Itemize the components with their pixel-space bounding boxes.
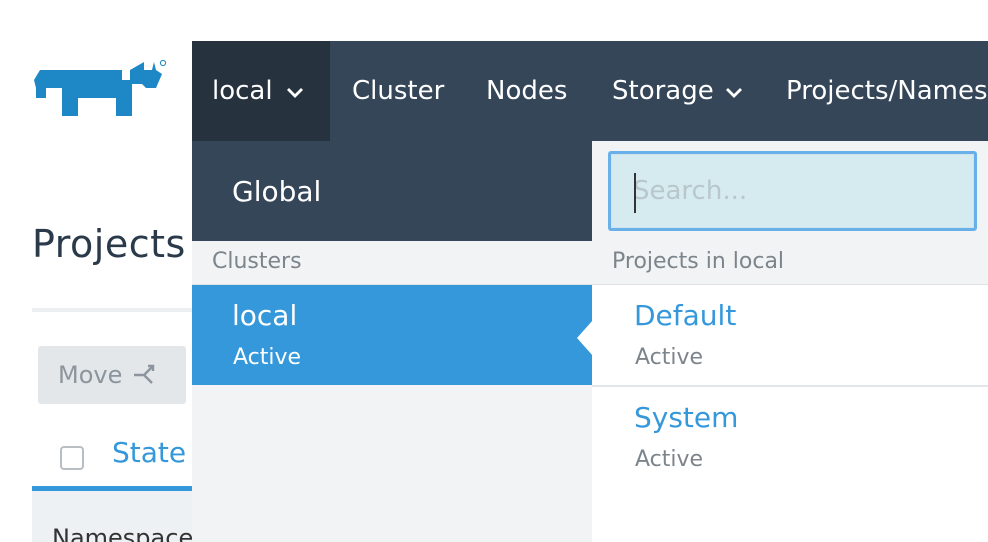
global-label: Global [232,174,322,208]
move-button[interactable]: Move [38,346,186,404]
search-area [592,141,988,241]
move-icon [134,364,155,384]
cluster-item-local[interactable]: local Active [192,285,593,385]
project-status: Active [635,345,704,370]
title-divider [32,308,192,312]
nav-item-projects-namespaces[interactable]: Projects/Names [786,41,988,141]
nav-item-storage[interactable]: Storage [612,41,744,141]
cluster-selector[interactable]: local [192,41,330,141]
nav-item-label: Projects/Names [786,76,988,106]
chevron-down-icon [286,88,303,98]
nav-item-label: Storage [612,76,714,106]
project-name: Default [634,299,737,332]
chevron-down-icon [725,88,742,98]
projects-header-row: Projects in local [592,241,988,285]
project-dropdown-right: Projects in local Default Active System … [592,141,988,542]
nav-item-nodes[interactable]: Nodes [486,41,567,141]
cluster-dropdown-left: Global Clusters local Active [192,141,593,542]
column-header-state[interactable]: State [112,436,186,469]
group-label: Namespace [52,524,194,542]
clusters-header: Clusters [212,249,302,274]
text-cursor [634,173,636,213]
select-all-checkbox[interactable] [60,446,84,470]
search-input[interactable] [608,151,977,231]
nav-item-cluster[interactable]: Cluster [352,41,444,141]
nav-item-label: Cluster [352,76,445,106]
cluster-name: local [232,299,298,332]
projects-header: Projects in local [612,249,785,274]
project-item-system[interactable]: System Active [592,387,988,489]
cluster-status: Active [233,345,302,370]
global-item[interactable]: Global [192,141,592,241]
rancher-logo-icon[interactable] [32,58,168,124]
move-button-label: Move [58,361,123,389]
selected-caret-icon [577,320,593,356]
project-item-default[interactable]: Default Active [592,285,988,387]
cluster-selector-label: local [212,76,273,106]
project-name: System [634,401,739,434]
nav-item-label: Nodes [486,76,568,106]
top-nav: local Cluster Nodes Storage Projects/Nam… [192,41,988,141]
project-status: Active [635,447,704,472]
page-title: Projects [32,222,186,266]
